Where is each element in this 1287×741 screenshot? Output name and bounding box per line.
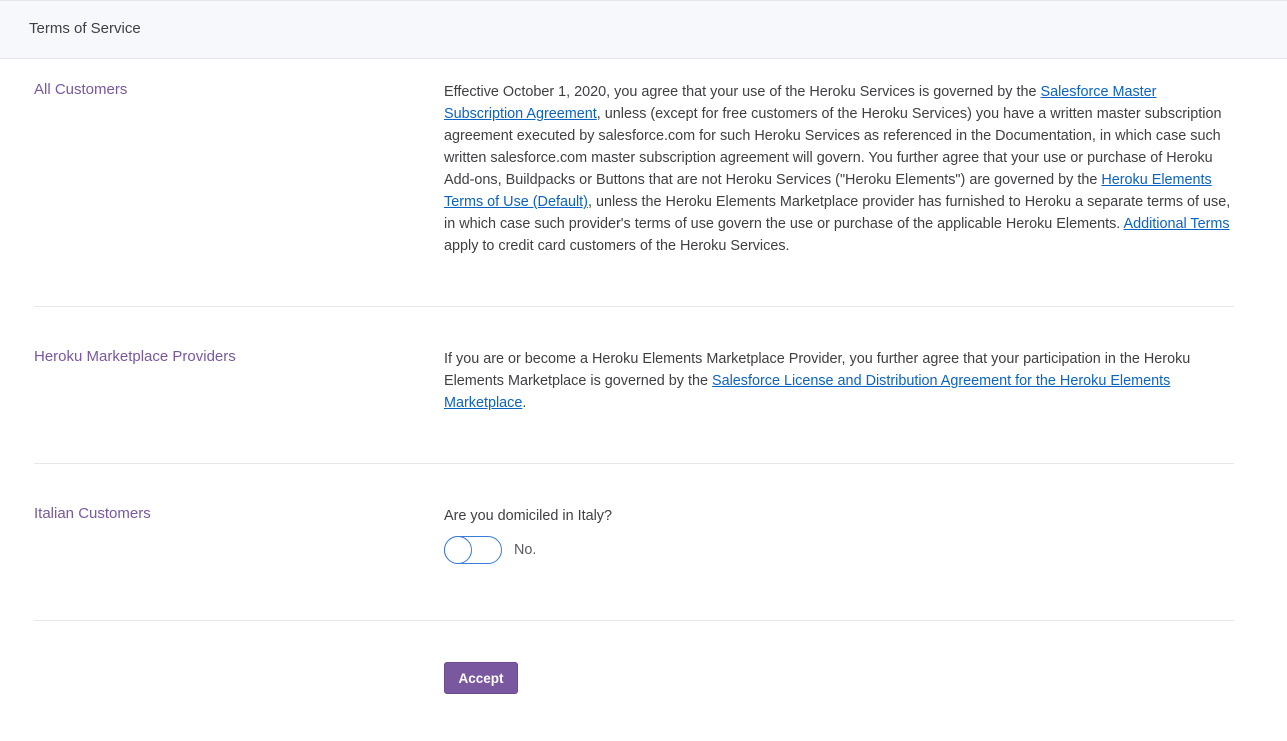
- divider: [34, 306, 1234, 307]
- italy-toggle-row: No.: [443, 535, 537, 565]
- section-label-marketplace-providers: Heroku Marketplace Providers: [34, 348, 236, 365]
- italy-question: Are you domiciled in Italy?: [444, 508, 612, 524]
- additional-terms-link[interactable]: Additional Terms: [1123, 216, 1229, 232]
- section-label-italian-customers: Italian Customers: [34, 505, 151, 522]
- page-title: Terms of Service: [29, 20, 141, 37]
- divider: [34, 620, 1234, 621]
- all-customers-text-part: Effective October 1, 2020, you agree tha…: [444, 84, 1041, 100]
- toggle-knob: [443, 535, 472, 564]
- marketplace-text-part: .: [522, 395, 527, 411]
- accept-button[interactable]: Accept: [444, 662, 518, 694]
- all-customers-text: Effective October 1, 2020, you agree tha…: [444, 81, 1234, 257]
- section-label-all-customers: All Customers: [34, 81, 128, 98]
- marketplace-providers-text: If you are or become a Heroku Elements M…: [444, 348, 1234, 414]
- italy-toggle-label: No.: [514, 542, 537, 558]
- header-bar: Terms of Service: [0, 0, 1287, 59]
- italy-domicile-toggle[interactable]: [443, 535, 502, 564]
- divider: [34, 463, 1234, 464]
- all-customers-text-part: apply to credit card customers of the He…: [444, 238, 790, 254]
